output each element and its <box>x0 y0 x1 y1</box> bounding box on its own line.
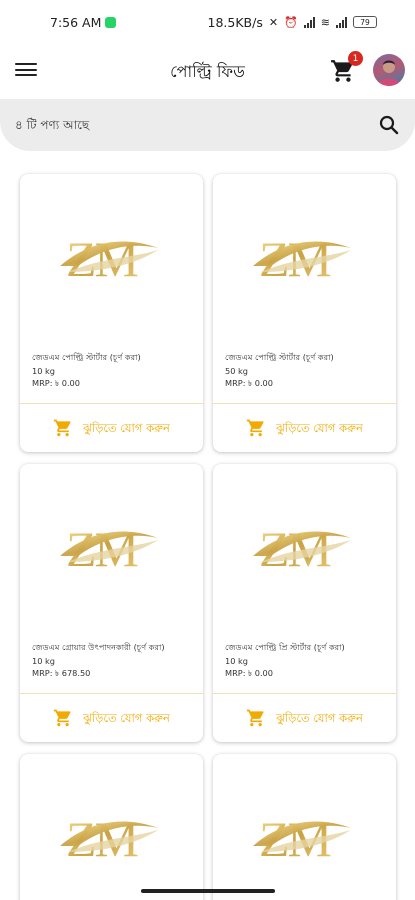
battery-icon: 79 <box>353 16 377 28</box>
zm-logo-icon: ZM <box>20 754 203 900</box>
status-time: 7:56 AM <box>50 14 102 30</box>
cart-icon <box>246 418 266 441</box>
network-speed: 18.5KB/s <box>207 14 263 30</box>
add-to-cart-label: ঝুড়িতে যোগ করুন <box>83 420 170 435</box>
search-icon[interactable] <box>377 113 401 137</box>
app-bar: পোল্ট্রি ফিড 1 <box>0 44 415 98</box>
product-card[interactable]: ZM জেডএম গ্রোয়ার উৎপাদনকারী (চূর্ণ করা)… <box>20 464 203 742</box>
cart-icon <box>53 708 73 731</box>
mute-icon: ✕ <box>268 15 279 29</box>
product-name: জেডএম গ্রোয়ার উৎপাদনকারী (চূর্ণ করা) <box>32 642 165 652</box>
avatar[interactable] <box>373 54 405 86</box>
zm-logo-icon: ZM <box>213 754 396 900</box>
add-to-cart-label: ঝুড়িতে যোগ করুন <box>83 710 170 725</box>
alarm-icon: ⏰ <box>284 15 298 29</box>
product-weight: 50 kg <box>225 366 248 376</box>
product-mrp: MRP: ৳ 0.00 <box>32 378 80 388</box>
add-to-cart-button[interactable]: ঝুড়িতে যোগ করুন <box>20 406 203 452</box>
profile-photo-icon <box>377 60 401 86</box>
signal-icon <box>303 16 315 28</box>
product-name: জেডএম পোল্ট্রি প্রি স্টার্টার (চূর্ণ করা… <box>225 642 345 652</box>
card-divider <box>213 403 396 404</box>
add-to-cart-label: ঝুড়িতে যোগ করুন <box>276 710 363 725</box>
product-weight: 10 kg <box>225 656 248 666</box>
card-divider <box>20 693 203 694</box>
add-to-cart-button[interactable]: ঝুড়িতে যোগ করুন <box>213 406 396 452</box>
status-right: 18.5KB/s ✕ ⏰ ≋ 79 <box>208 15 377 30</box>
status-left: 7:56 AM <box>50 14 117 30</box>
add-to-cart-button[interactable]: ঝুড়িতে যোগ করুন <box>213 696 396 742</box>
product-name: জেডএম পোল্ট্রি স্টার্টার (চূর্ণ করা) <box>225 352 334 362</box>
zm-logo-icon: ZM <box>20 464 203 634</box>
zm-logo-icon: ZM <box>213 174 396 344</box>
product-mrp: MRP: ৳ 0.00 <box>225 378 273 388</box>
product-mrp: MRP: ৳ 0.00 <box>225 668 273 678</box>
signal-icon-2 <box>336 16 347 28</box>
gesture-nav-handle[interactable] <box>141 889 275 893</box>
search-input[interactable] <box>15 113 335 137</box>
cart-icon <box>53 418 73 441</box>
card-divider <box>20 403 203 404</box>
add-to-cart-label: ঝুড়িতে যোগ করুন <box>276 420 363 435</box>
product-card[interactable]: ZM জেডএম পোল্ট্রি স্টার্টার (চূর্ণ করা) … <box>20 174 203 452</box>
product-card[interactable]: ZM জেডএম পোল্ট্রি স্টার্টার (চূর্ণ করা) … <box>213 174 396 452</box>
wifi-icon: ≋ <box>320 15 330 29</box>
whatsapp-notification-icon <box>105 16 117 28</box>
cart-count-badge: 1 <box>348 51 363 66</box>
zm-logo-icon: ZM <box>20 174 203 344</box>
product-mrp: MRP: ৳ 678.50 <box>32 668 91 678</box>
product-card[interactable]: ZM জেডএম পোল্ট্রি প্রি স্টার্টার (চূর্ণ … <box>213 464 396 742</box>
add-to-cart-button[interactable]: ঝুড়িতে যোগ করুন <box>20 696 203 742</box>
product-name: জেডএম পোল্ট্রি স্টার্টার (চূর্ণ করা) <box>32 352 141 362</box>
search-bar <box>0 99 415 151</box>
product-card[interactable]: ZM <box>20 754 203 900</box>
product-weight: 10 kg <box>32 656 55 666</box>
product-weight: 10 kg <box>32 366 55 376</box>
cart-icon <box>246 708 266 731</box>
product-card[interactable]: ZM <box>213 754 396 900</box>
status-bar: 7:56 AM 18.5KB/s ✕ ⏰ ≋ 79 <box>0 0 415 44</box>
card-divider <box>213 693 396 694</box>
zm-logo-icon: ZM <box>213 464 396 634</box>
